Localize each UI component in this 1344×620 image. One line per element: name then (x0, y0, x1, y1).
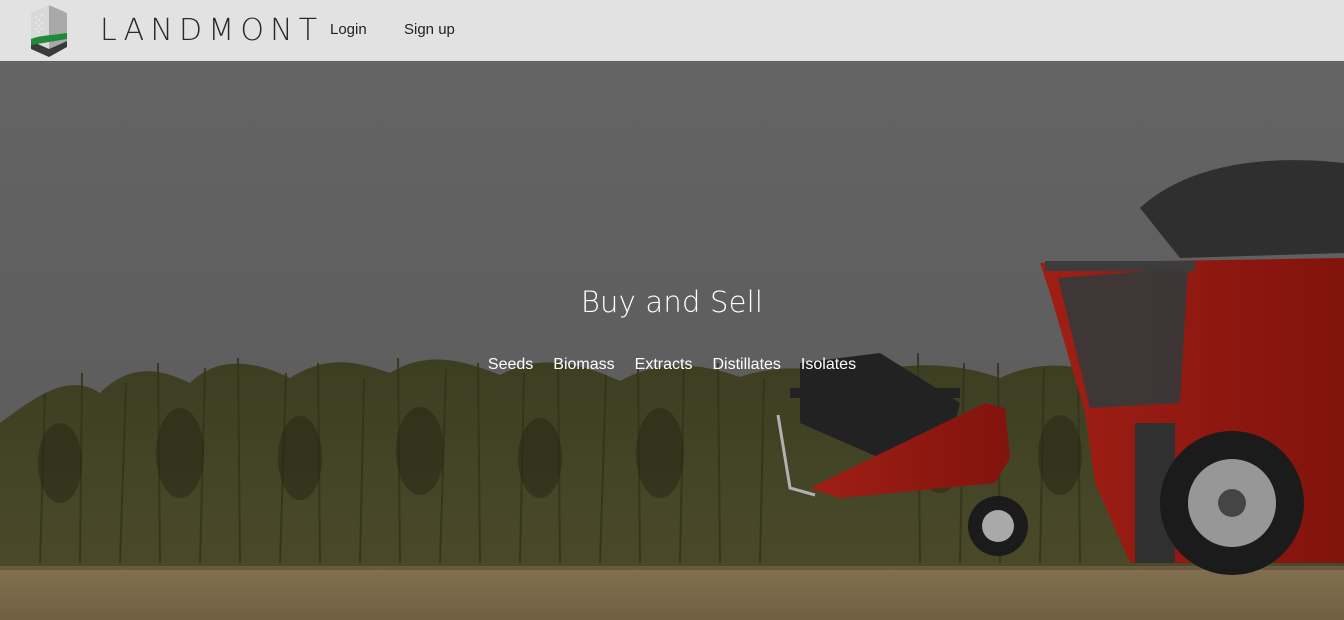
login-link[interactable]: Login (330, 21, 367, 38)
hero-title: Buy and Sell (580, 285, 764, 319)
top-navigation-bar: LANDMONT Login Sign up (0, 0, 1344, 62)
brand-home-link[interactable]: LANDMONT (27, 3, 323, 59)
category-isolates[interactable]: Isolates (801, 356, 856, 374)
category-extracts[interactable]: Extracts (635, 356, 693, 374)
landmont-logo-icon (31, 4, 67, 57)
hero-dark-overlay (0, 63, 1344, 620)
brand-name: LANDMONT (100, 13, 324, 48)
signup-link[interactable]: Sign up (404, 21, 455, 38)
category-seeds[interactable]: Seeds (488, 356, 533, 374)
hero-section: Buy and Sell Seeds Biomass Extracts Dist… (0, 63, 1344, 620)
category-distillates[interactable]: Distillates (712, 356, 780, 374)
category-list: Seeds Biomass Extracts Distillates Isola… (0, 356, 1344, 374)
category-biomass[interactable]: Biomass (553, 356, 614, 374)
